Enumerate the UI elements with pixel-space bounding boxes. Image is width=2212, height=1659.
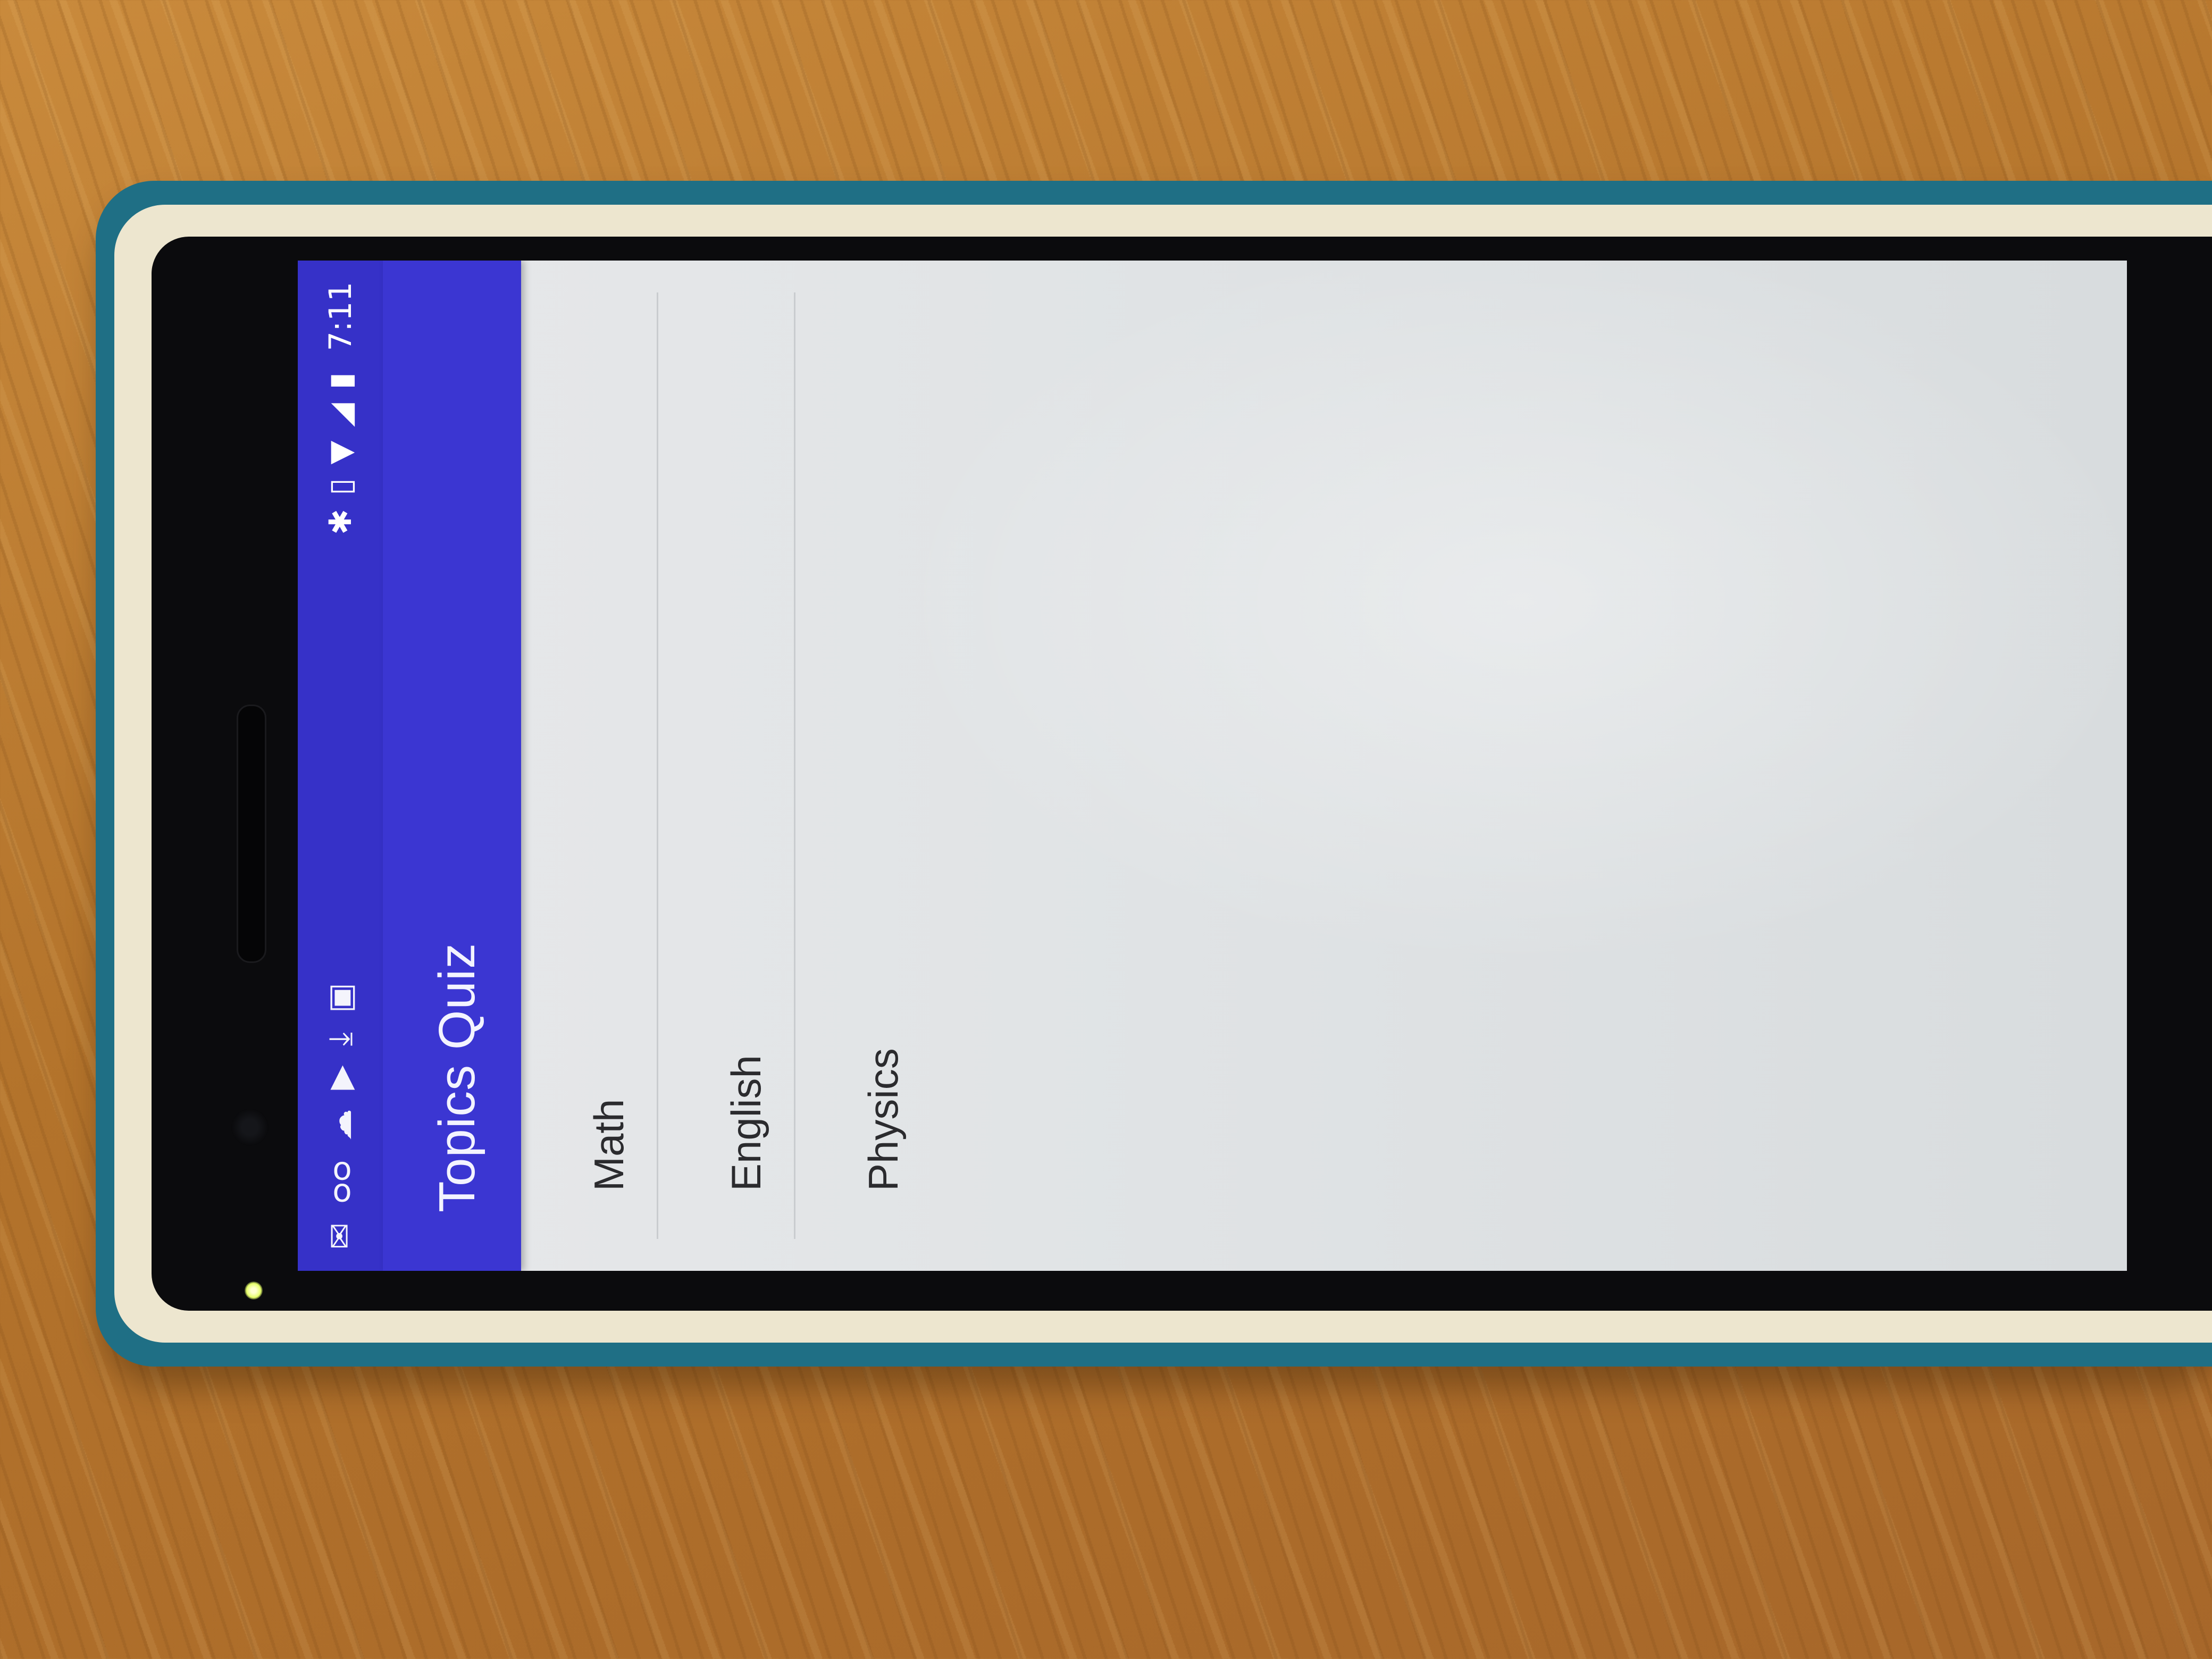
bluetooth-icon: ✱	[322, 509, 358, 535]
topic-item-physics[interactable]: Physics	[795, 292, 931, 1239]
download-icon: ⤓	[322, 1032, 359, 1046]
notification-icons: ✉ ᴑᴑ ☁ ▶ ⤓ ▣	[319, 983, 362, 1250]
signal-icon: ◢	[322, 403, 358, 427]
topic-label: Math	[585, 1099, 632, 1191]
status-time: 7:11	[322, 282, 358, 351]
vibrate-icon: ▯	[322, 478, 358, 496]
status-bar: ✉ ᴑᴑ ☁ ▶ ⤓ ▣ ✱ ▯ ▼ ◢ ▮ 7:11	[298, 261, 383, 1271]
system-icons: ✱ ▯ ▼ ◢ ▮ 7:11	[319, 282, 362, 535]
earpiece	[237, 705, 266, 963]
screen-glare	[883, 261, 2127, 973]
topic-list: Math English Physics	[521, 261, 931, 1271]
cloud-icon: ☁	[322, 1109, 359, 1141]
wifi-icon: ▼	[322, 440, 358, 465]
battery-icon: ▮	[322, 372, 358, 390]
android-icon: ▣	[322, 983, 359, 1013]
topic-item-english[interactable]: English	[658, 292, 795, 1239]
voicemail-icon: ᴑᴑ	[322, 1160, 359, 1204]
phone-screen: ✉ ᴑᴑ ☁ ▶ ⤓ ▣ ✱ ▯ ▼ ◢ ▮ 7:11 Topics Quiz …	[298, 261, 2127, 1271]
topic-label: Physics	[860, 1048, 907, 1191]
topic-item-math[interactable]: Math	[521, 292, 658, 1239]
notification-led	[245, 1281, 263, 1300]
topic-label: English	[723, 1055, 769, 1191]
front-camera	[231, 1109, 269, 1146]
app-toolbar: Topics Quiz	[383, 261, 521, 1271]
app-title: Topics Quiz	[429, 942, 485, 1212]
play-icon: ▶	[322, 1065, 359, 1090]
mail-icon: ✉	[322, 1222, 359, 1250]
